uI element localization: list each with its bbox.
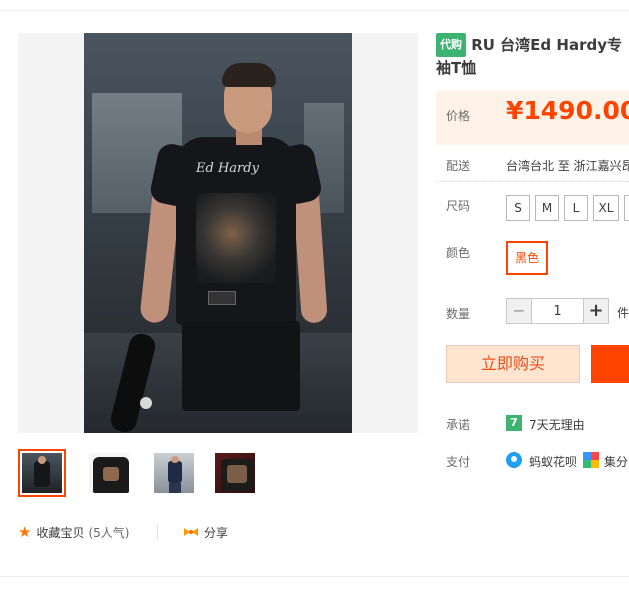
model-shorts (182, 321, 300, 411)
promise-text[interactable]: 7天无理由 (529, 416, 585, 433)
shipping-divider (436, 181, 629, 182)
daigou-tag: 代购 (436, 33, 466, 57)
favorite-button[interactable]: ★ 收藏宝贝 (5人气) (18, 523, 129, 541)
product-title-block: 代购 RU 台湾Ed Hardy专 袖T恤 (436, 33, 629, 79)
color-option-black[interactable]: 黑色 (506, 241, 548, 275)
bottom-divider (0, 576, 629, 577)
product-main-image[interactable]: Ed Hardy (18, 33, 418, 433)
quantity-decrease-button[interactable]: − (506, 298, 532, 324)
share-icon (183, 526, 199, 538)
buy-now-button[interactable]: 立即购买 (446, 345, 580, 383)
size-option-xl[interactable]: XL (593, 195, 619, 221)
model-hair (222, 63, 276, 87)
favorite-label: 收藏宝贝 (36, 525, 85, 540)
quantity-increase-button[interactable]: + (583, 298, 609, 324)
share-label: 分享 (204, 525, 229, 540)
price-label: 价格 (446, 109, 471, 123)
thumbnail-4[interactable] (211, 449, 259, 497)
size-option-m[interactable]: M (535, 195, 559, 221)
payment-label: 支付 (446, 455, 471, 469)
promise-label: 承诺 (446, 418, 471, 432)
product-title-line2: 袖T恤 (436, 59, 477, 77)
product-title: RU 台湾Ed Hardy专 (471, 36, 622, 54)
huabei-icon (506, 452, 522, 468)
add-to-cart-button[interactable] (591, 345, 629, 383)
color-label: 颜色 (446, 246, 471, 260)
favorite-count: (5人气) (88, 525, 130, 540)
thumbnail-1[interactable] (18, 449, 66, 497)
jifenbao-icon (583, 452, 599, 468)
thumbnail-2[interactable] (85, 449, 133, 497)
quantity-unit: 件 (617, 306, 629, 320)
thumbnail-3[interactable] (150, 449, 198, 497)
price-value: ¥1490.00 (506, 96, 629, 125)
shipping-label: 配送 (446, 159, 471, 173)
size-label: 尺码 (446, 199, 471, 213)
size-option-s[interactable]: S (506, 195, 530, 221)
skateboard-wheel (140, 397, 152, 409)
size-option-l[interactable]: L (564, 195, 588, 221)
share-button[interactable]: 分享 (183, 523, 228, 541)
size-option-more[interactable] (624, 195, 629, 221)
tshirt-tiger-print (196, 193, 276, 283)
payment-method-huabei[interactable]: 蚂蚁花呗 (529, 453, 577, 470)
quantity-label: 数量 (446, 307, 471, 321)
top-divider (0, 10, 629, 11)
tshirt-patch (208, 291, 236, 305)
star-icon: ★ (18, 523, 32, 541)
shipping-route[interactable]: 台湾台北 至 浙江嘉兴昂 (506, 157, 629, 174)
quantity-input[interactable] (532, 298, 583, 324)
seven-day-return-icon: 7 (506, 415, 522, 431)
action-divider (157, 524, 158, 540)
payment-method-jifen[interactable]: 集分 (604, 453, 628, 470)
product-photo: Ed Hardy (84, 33, 352, 433)
tshirt-logo: Ed Hardy (196, 161, 259, 176)
